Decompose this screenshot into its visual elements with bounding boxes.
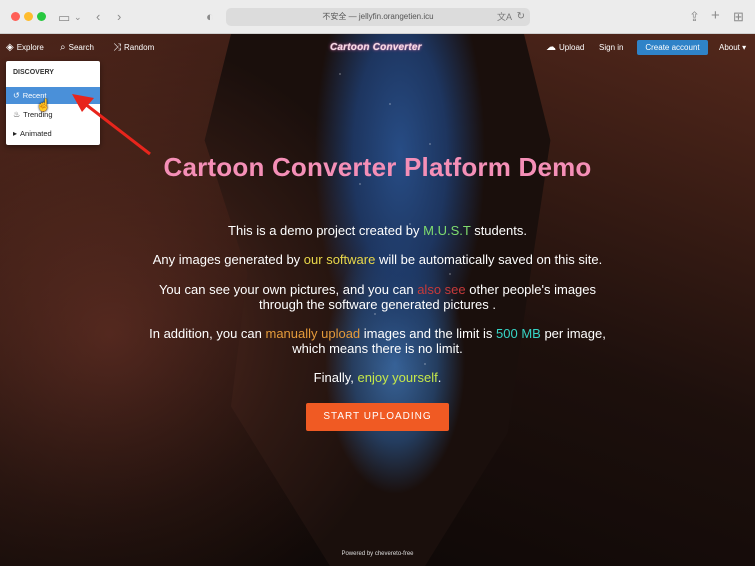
page-content: ◈ Explore ⌕ Search ⤨ Random Cartoon Convert…: [0, 34, 755, 566]
address-bar[interactable]: 不安全 — jellyfin.orangetien.icu 文A ↻: [226, 8, 530, 26]
nav-sign-in[interactable]: Sign in: [599, 42, 623, 54]
play-icon: ▸: [13, 129, 18, 138]
create-account-button[interactable]: Create account: [637, 40, 708, 55]
history-icon: ↺: [13, 91, 20, 100]
url-text: 不安全 — jellyfin.orangetien.icu: [322, 12, 434, 21]
privacy-shield-icon[interactable]: ◐: [206, 10, 214, 23]
share-icon[interactable]: ⇪: [689, 10, 700, 23]
nav-explore[interactable]: ◈ Explore: [6, 42, 44, 54]
shuffle-icon: ⤨: [113, 42, 121, 53]
chevron-down-icon[interactable]: ⌄: [74, 11, 82, 24]
menu-item-trending[interactable]: ♨ Trending: [6, 106, 100, 123]
gallery-paragraph: You can see your own pictures, and you c…: [158, 282, 597, 312]
upload-limit-paragraph: In addition, you can manually upload ima…: [149, 326, 606, 356]
start-uploading-button[interactable]: START UPLOADING: [306, 403, 449, 431]
new-tab-icon[interactable]: +: [711, 8, 720, 23]
menu-item-recent[interactable]: ↺ Recent: [6, 87, 100, 104]
sidebar-icon[interactable]: ▭: [58, 11, 70, 24]
translate-icon[interactable]: 文A: [497, 8, 512, 26]
dropdown-header: DISCOVERY: [13, 69, 54, 76]
autosave-paragraph: Any images generated by our software wil…: [152, 252, 603, 267]
search-icon: ⌕: [60, 42, 66, 53]
menu-item-animated[interactable]: ▸ Animated: [6, 125, 100, 142]
brand-logo[interactable]: Cartoon Converter: [330, 42, 422, 53]
minimize-window-button[interactable]: [24, 12, 33, 21]
closing-paragraph: Finally, enjoy yourself.: [313, 370, 442, 385]
caret-down-icon: ▾: [742, 43, 747, 52]
nav-upload[interactable]: ☁ Upload: [546, 42, 584, 54]
layers-icon: ◈: [6, 42, 14, 53]
page-title: Cartoon Converter Platform Demo: [163, 152, 592, 182]
tab-overview-icon[interactable]: ⊞: [733, 10, 744, 23]
nav-search[interactable]: ⌕ Search: [60, 42, 94, 54]
nav-about[interactable]: About ▾: [719, 42, 746, 54]
browser-toolbar: ▭ ⌄ ‹ › ◐ 不安全 — jellyfin.orangetien.icu …: [0, 0, 755, 34]
forward-icon[interactable]: ›: [117, 10, 121, 23]
reload-icon[interactable]: ↻: [517, 8, 525, 26]
flame-icon: ♨: [13, 110, 21, 119]
close-window-button[interactable]: [11, 12, 20, 21]
mouse-cursor-icon: ☝: [36, 98, 51, 112]
cloud-upload-icon: ☁: [546, 42, 556, 53]
nav-random[interactable]: ⤨ Random: [113, 42, 154, 54]
back-icon[interactable]: ‹: [96, 10, 100, 23]
intro-paragraph: This is a demo project created by M.U.S.…: [228, 223, 527, 238]
discovery-dropdown: DISCOVERY ↺ Recent ♨ Trending ▸ Animated: [6, 61, 100, 145]
zoom-window-button[interactable]: [37, 12, 46, 21]
top-nav: ◈ Explore ⌕ Search ⤨ Random Cartoon Convert…: [0, 34, 755, 62]
powered-by-footer[interactable]: Powered by chevereto-free: [0, 551, 755, 557]
